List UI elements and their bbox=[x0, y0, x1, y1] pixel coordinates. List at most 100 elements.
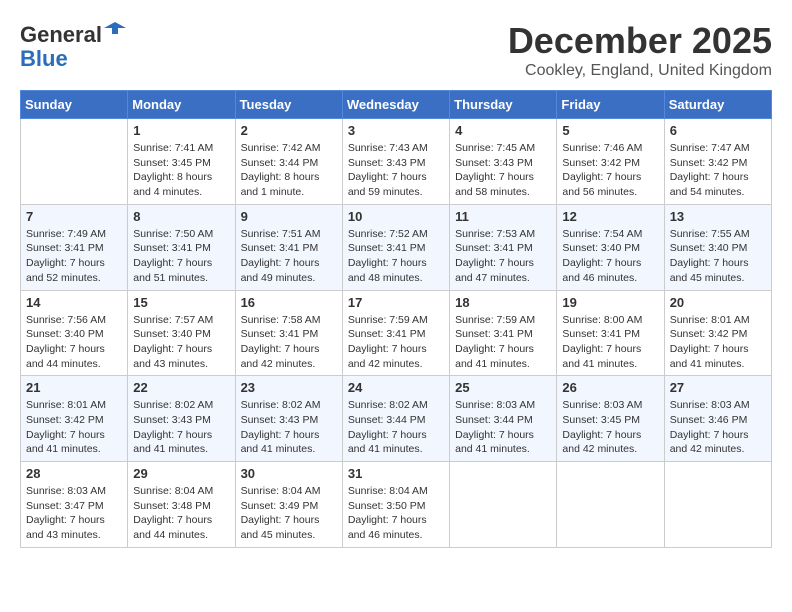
day-number: 29 bbox=[133, 466, 229, 481]
day-number: 31 bbox=[348, 466, 444, 481]
day-info: Sunrise: 7:58 AMSunset: 3:41 PMDaylight:… bbox=[241, 313, 337, 372]
day-info: Sunrise: 8:00 AMSunset: 3:41 PMDaylight:… bbox=[562, 313, 658, 372]
day-number: 23 bbox=[241, 380, 337, 395]
day-info: Sunrise: 7:43 AMSunset: 3:43 PMDaylight:… bbox=[348, 141, 444, 200]
day-number: 26 bbox=[562, 380, 658, 395]
day-cell: 23 Sunrise: 8:02 AMSunset: 3:43 PMDayligh… bbox=[235, 376, 342, 462]
day-number: 21 bbox=[26, 380, 122, 395]
day-number: 9 bbox=[241, 209, 337, 224]
day-number: 19 bbox=[562, 295, 658, 310]
day-cell: 4 Sunrise: 7:45 AMSunset: 3:43 PMDaylight… bbox=[450, 119, 557, 205]
week-row-1: 1 Sunrise: 7:41 AMSunset: 3:45 PMDaylight… bbox=[21, 119, 772, 205]
day-info: Sunrise: 7:50 AMSunset: 3:41 PMDaylight:… bbox=[133, 227, 229, 286]
day-number: 15 bbox=[133, 295, 229, 310]
day-info: Sunrise: 7:46 AMSunset: 3:42 PMDaylight:… bbox=[562, 141, 658, 200]
col-header-saturday: Saturday bbox=[664, 91, 771, 119]
month-title: December 2025 bbox=[508, 20, 772, 62]
day-cell: 17 Sunrise: 7:59 AMSunset: 3:41 PMDayligh… bbox=[342, 290, 449, 376]
day-number: 6 bbox=[670, 123, 766, 138]
col-header-monday: Monday bbox=[128, 91, 235, 119]
day-cell: 19 Sunrise: 8:00 AMSunset: 3:41 PMDayligh… bbox=[557, 290, 664, 376]
logo-blue: Blue bbox=[20, 46, 68, 71]
day-info: Sunrise: 7:47 AMSunset: 3:42 PMDaylight:… bbox=[670, 141, 766, 200]
logo: General Blue bbox=[20, 20, 126, 71]
day-info: Sunrise: 8:03 AMSunset: 3:44 PMDaylight:… bbox=[455, 398, 551, 457]
day-cell bbox=[664, 462, 771, 548]
week-row-4: 21 Sunrise: 8:01 AMSunset: 3:42 PMDayligh… bbox=[21, 376, 772, 462]
day-cell: 18 Sunrise: 7:59 AMSunset: 3:41 PMDayligh… bbox=[450, 290, 557, 376]
day-number: 10 bbox=[348, 209, 444, 224]
day-info: Sunrise: 8:01 AMSunset: 3:42 PMDaylight:… bbox=[26, 398, 122, 457]
day-info: Sunrise: 8:02 AMSunset: 3:43 PMDaylight:… bbox=[241, 398, 337, 457]
day-number: 5 bbox=[562, 123, 658, 138]
day-cell: 29 Sunrise: 8:04 AMSunset: 3:48 PMDayligh… bbox=[128, 462, 235, 548]
day-info: Sunrise: 8:02 AMSunset: 3:44 PMDaylight:… bbox=[348, 398, 444, 457]
day-cell bbox=[557, 462, 664, 548]
day-info: Sunrise: 8:01 AMSunset: 3:42 PMDaylight:… bbox=[670, 313, 766, 372]
col-header-sunday: Sunday bbox=[21, 91, 128, 119]
day-number: 7 bbox=[26, 209, 122, 224]
day-info: Sunrise: 7:53 AMSunset: 3:41 PMDaylight:… bbox=[455, 227, 551, 286]
col-header-friday: Friday bbox=[557, 91, 664, 119]
day-number: 18 bbox=[455, 295, 551, 310]
day-cell: 7Sunrise: 7:49 AMSunset: 3:41 PMDaylight… bbox=[21, 204, 128, 290]
day-number: 17 bbox=[348, 295, 444, 310]
day-info: Sunrise: 7:59 AMSunset: 3:41 PMDaylight:… bbox=[455, 313, 551, 372]
day-info: Sunrise: 8:03 AMSunset: 3:46 PMDaylight:… bbox=[670, 398, 766, 457]
location: Cookley, England, United Kingdom bbox=[508, 62, 772, 80]
day-cell: 1 Sunrise: 7:41 AMSunset: 3:45 PMDaylight… bbox=[128, 119, 235, 205]
day-number: 1 bbox=[133, 123, 229, 138]
day-info: Sunrise: 7:57 AMSunset: 3:40 PMDaylight:… bbox=[133, 313, 229, 372]
day-info: Sunrise: 8:04 AMSunset: 3:48 PMDaylight:… bbox=[133, 484, 229, 543]
day-cell: 31 Sunrise: 8:04 AMSunset: 3:50 PMDayligh… bbox=[342, 462, 449, 548]
day-number: 4 bbox=[455, 123, 551, 138]
day-cell: 25 Sunrise: 8:03 AMSunset: 3:44 PMDayligh… bbox=[450, 376, 557, 462]
week-row-5: 28Sunrise: 8:03 AMSunset: 3:47 PMDayligh… bbox=[21, 462, 772, 548]
day-number: 30 bbox=[241, 466, 337, 481]
day-number: 25 bbox=[455, 380, 551, 395]
day-info: Sunrise: 8:04 AMSunset: 3:50 PMDaylight:… bbox=[348, 484, 444, 543]
day-number: 2 bbox=[241, 123, 337, 138]
day-cell bbox=[450, 462, 557, 548]
week-row-2: 7Sunrise: 7:49 AMSunset: 3:41 PMDaylight… bbox=[21, 204, 772, 290]
day-cell: 30 Sunrise: 8:04 AMSunset: 3:49 PMDayligh… bbox=[235, 462, 342, 548]
day-number: 12 bbox=[562, 209, 658, 224]
day-info: Sunrise: 7:41 AMSunset: 3:45 PMDaylight:… bbox=[133, 141, 229, 200]
day-cell: 2Sunrise: 7:42 AMSunset: 3:44 PMDaylight… bbox=[235, 119, 342, 205]
day-info: Sunrise: 8:03 AMSunset: 3:45 PMDaylight:… bbox=[562, 398, 658, 457]
logo-bird-icon bbox=[104, 20, 126, 42]
day-cell: 22 Sunrise: 8:02 AMSunset: 3:43 PMDayligh… bbox=[128, 376, 235, 462]
day-number: 20 bbox=[670, 295, 766, 310]
day-info: Sunrise: 7:59 AMSunset: 3:41 PMDaylight:… bbox=[348, 313, 444, 372]
day-cell: 11Sunrise: 7:53 AMSunset: 3:41 PMDayligh… bbox=[450, 204, 557, 290]
day-cell: 24Sunrise: 8:02 AMSunset: 3:44 PMDayligh… bbox=[342, 376, 449, 462]
day-cell: 21 Sunrise: 8:01 AMSunset: 3:42 PMDayligh… bbox=[21, 376, 128, 462]
day-cell: 10 Sunrise: 7:52 AMSunset: 3:41 PMDayligh… bbox=[342, 204, 449, 290]
day-info: Sunrise: 7:52 AMSunset: 3:41 PMDaylight:… bbox=[348, 227, 444, 286]
title-area: December 2025 Cookley, England, United K… bbox=[508, 20, 772, 80]
day-cell: 3 Sunrise: 7:43 AMSunset: 3:43 PMDaylight… bbox=[342, 119, 449, 205]
day-cell: 13 Sunrise: 7:55 AMSunset: 3:40 PMDayligh… bbox=[664, 204, 771, 290]
day-number: 27 bbox=[670, 380, 766, 395]
day-cell: 28Sunrise: 8:03 AMSunset: 3:47 PMDayligh… bbox=[21, 462, 128, 548]
week-row-3: 14Sunrise: 7:56 AMSunset: 3:40 PMDayligh… bbox=[21, 290, 772, 376]
day-cell: 20 Sunrise: 8:01 AMSunset: 3:42 PMDayligh… bbox=[664, 290, 771, 376]
day-number: 3 bbox=[348, 123, 444, 138]
day-number: 22 bbox=[133, 380, 229, 395]
col-header-wednesday: Wednesday bbox=[342, 91, 449, 119]
col-header-thursday: Thursday bbox=[450, 91, 557, 119]
day-cell: 14Sunrise: 7:56 AMSunset: 3:40 PMDayligh… bbox=[21, 290, 128, 376]
day-cell: 16Sunrise: 7:58 AMSunset: 3:41 PMDayligh… bbox=[235, 290, 342, 376]
day-info: Sunrise: 7:56 AMSunset: 3:40 PMDaylight:… bbox=[26, 313, 122, 372]
day-cell: 5 Sunrise: 7:46 AMSunset: 3:42 PMDaylight… bbox=[557, 119, 664, 205]
day-number: 13 bbox=[670, 209, 766, 224]
day-info: Sunrise: 7:55 AMSunset: 3:40 PMDaylight:… bbox=[670, 227, 766, 286]
day-info: Sunrise: 8:04 AMSunset: 3:49 PMDaylight:… bbox=[241, 484, 337, 543]
col-header-tuesday: Tuesday bbox=[235, 91, 342, 119]
day-number: 28 bbox=[26, 466, 122, 481]
day-info: Sunrise: 7:54 AMSunset: 3:40 PMDaylight:… bbox=[562, 227, 658, 286]
day-cell: 12 Sunrise: 7:54 AMSunset: 3:40 PMDayligh… bbox=[557, 204, 664, 290]
day-info: Sunrise: 7:45 AMSunset: 3:43 PMDaylight:… bbox=[455, 141, 551, 200]
day-cell: 26 Sunrise: 8:03 AMSunset: 3:45 PMDayligh… bbox=[557, 376, 664, 462]
day-info: Sunrise: 8:02 AMSunset: 3:43 PMDaylight:… bbox=[133, 398, 229, 457]
